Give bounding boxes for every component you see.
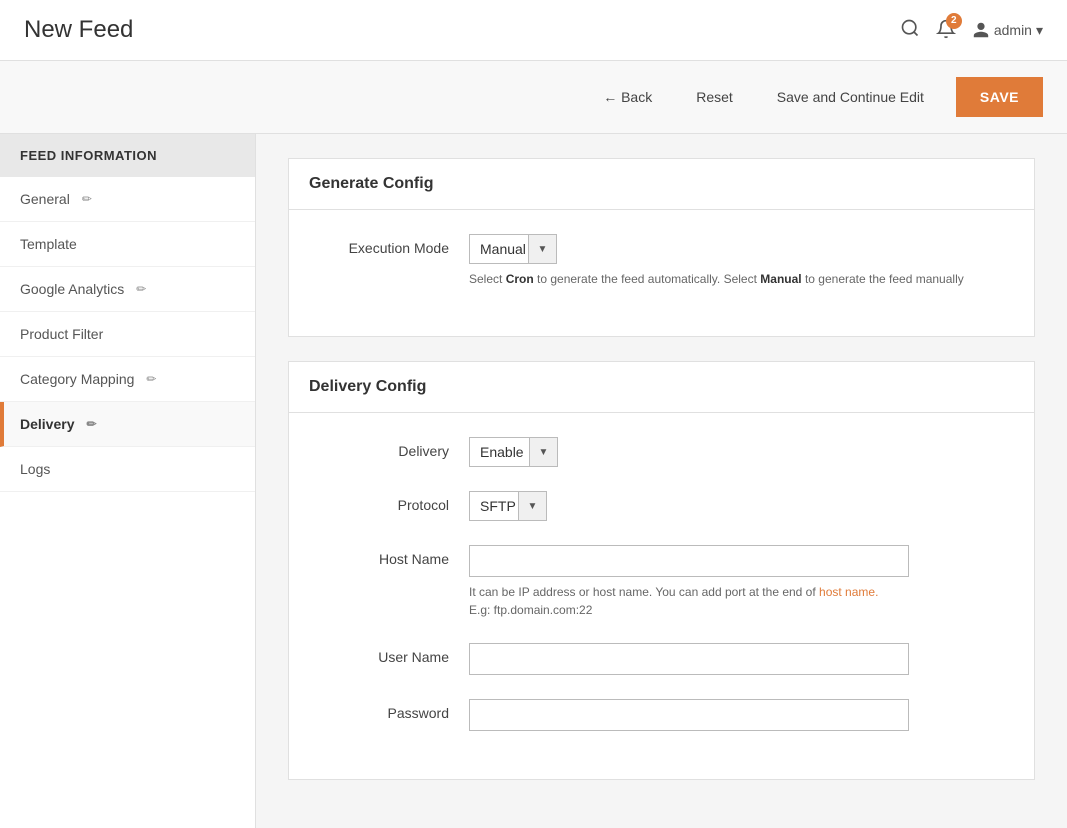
protocol-row: Protocol SFTP FTP ▼ — [309, 491, 1014, 521]
sidebar-label-logs: Logs — [20, 461, 50, 477]
execution-mode-select-wrapper: Manual Cron ▼ — [469, 234, 557, 264]
sidebar-item-logs[interactable]: Logs — [0, 447, 255, 492]
sidebar-label-general: General — [20, 191, 70, 207]
sidebar-label-delivery: Delivery — [20, 416, 74, 432]
sidebar-label-template: Template — [20, 236, 77, 252]
execution-mode-label: Execution Mode — [309, 234, 449, 256]
protocol-label: Protocol — [309, 491, 449, 513]
delivery-config-title: Delivery Config — [289, 362, 1034, 413]
execution-mode-control: Manual Cron ▼ Select Cron to generate th… — [469, 234, 1014, 288]
user-name-label: User Name — [309, 643, 449, 665]
generate-config-title: Generate Config — [289, 159, 1034, 210]
user-name-control — [469, 643, 1014, 675]
host-name-label: Host Name — [309, 545, 449, 567]
sidebar-item-product-filter[interactable]: Product Filter — [0, 312, 255, 357]
execution-mode-row: Execution Mode Manual Cron ▼ Select Cron… — [309, 234, 1014, 288]
user-name-row: User Name — [309, 643, 1014, 675]
content-area: Generate Config Execution Mode Manual Cr… — [256, 134, 1067, 828]
notification-bell[interactable]: 2 — [936, 19, 956, 42]
host-name-control: It can be IP address or host name. You c… — [469, 545, 1014, 619]
host-name-input[interactable] — [469, 545, 909, 577]
reset-button[interactable]: Reset — [684, 81, 745, 113]
host-name-hint: It can be IP address or host name. You c… — [469, 583, 1014, 619]
save-button[interactable]: Save — [956, 77, 1043, 117]
sidebar-section-title: FEED INFORMATION — [0, 134, 255, 177]
protocol-select-wrapper: SFTP FTP ▼ — [469, 491, 547, 521]
sidebar-label-category-mapping: Category Mapping — [20, 371, 134, 387]
edit-icon-general: ✏ — [82, 192, 92, 206]
host-name-link[interactable]: host name. — [819, 585, 878, 599]
edit-icon-delivery: ✏ — [86, 417, 96, 431]
delivery-config-section: Delivery Config Delivery Enable Disable … — [288, 361, 1035, 780]
host-name-row: Host Name It can be IP address or host n… — [309, 545, 1014, 619]
edit-icon-google-analytics: ✏ — [136, 282, 146, 296]
password-label: Password — [309, 699, 449, 721]
search-icon[interactable] — [900, 18, 920, 43]
sidebar-item-delivery[interactable]: Delivery ✏ — [0, 402, 255, 447]
generate-config-section: Generate Config Execution Mode Manual Cr… — [288, 158, 1035, 337]
delivery-control: Enable Disable ▼ — [469, 437, 1014, 467]
admin-label: admin — [994, 22, 1032, 38]
admin-menu[interactable]: admin ▾ — [972, 21, 1043, 39]
password-control — [469, 699, 1014, 731]
delivery-config-body: Delivery Enable Disable ▼ Protocol — [289, 413, 1034, 779]
protocol-select[interactable]: SFTP FTP — [470, 492, 546, 520]
page-header: New Feed 2 admin ▾ — [0, 0, 1067, 61]
generate-config-body: Execution Mode Manual Cron ▼ Select Cron… — [289, 210, 1034, 336]
delivery-row: Delivery Enable Disable ▼ — [309, 437, 1014, 467]
delivery-select[interactable]: Enable Disable — [470, 438, 557, 466]
notification-count: 2 — [946, 13, 962, 29]
sidebar-item-general[interactable]: General ✏ — [0, 177, 255, 222]
execution-mode-select[interactable]: Manual Cron — [470, 235, 556, 263]
user-name-input[interactable] — [469, 643, 909, 675]
sidebar: FEED INFORMATION General ✏ Template Goog… — [0, 134, 256, 828]
admin-chevron-icon: ▾ — [1036, 22, 1043, 39]
sidebar-label-product-filter: Product Filter — [20, 326, 103, 342]
password-row: Password — [309, 699, 1014, 731]
toolbar: ← Back Reset Save and Continue Edit Save — [0, 61, 1067, 134]
back-button[interactable]: ← Back — [591, 81, 664, 113]
header-right: 2 admin ▾ — [900, 18, 1043, 43]
delivery-label: Delivery — [309, 437, 449, 459]
sidebar-item-google-analytics[interactable]: Google Analytics ✏ — [0, 267, 255, 312]
execution-mode-hint: Select Cron to generate the feed automat… — [469, 270, 1014, 288]
delivery-select-wrapper: Enable Disable ▼ — [469, 437, 558, 467]
password-input[interactable] — [469, 699, 909, 731]
protocol-control: SFTP FTP ▼ — [469, 491, 1014, 521]
edit-icon-category-mapping: ✏ — [146, 372, 156, 386]
sidebar-item-template[interactable]: Template — [0, 222, 255, 267]
main-layout: FEED INFORMATION General ✏ Template Goog… — [0, 134, 1067, 828]
sidebar-label-google-analytics: Google Analytics — [20, 281, 124, 297]
page-title: New Feed — [24, 16, 133, 44]
save-continue-button[interactable]: Save and Continue Edit — [765, 81, 936, 113]
sidebar-item-category-mapping[interactable]: Category Mapping ✏ — [0, 357, 255, 402]
